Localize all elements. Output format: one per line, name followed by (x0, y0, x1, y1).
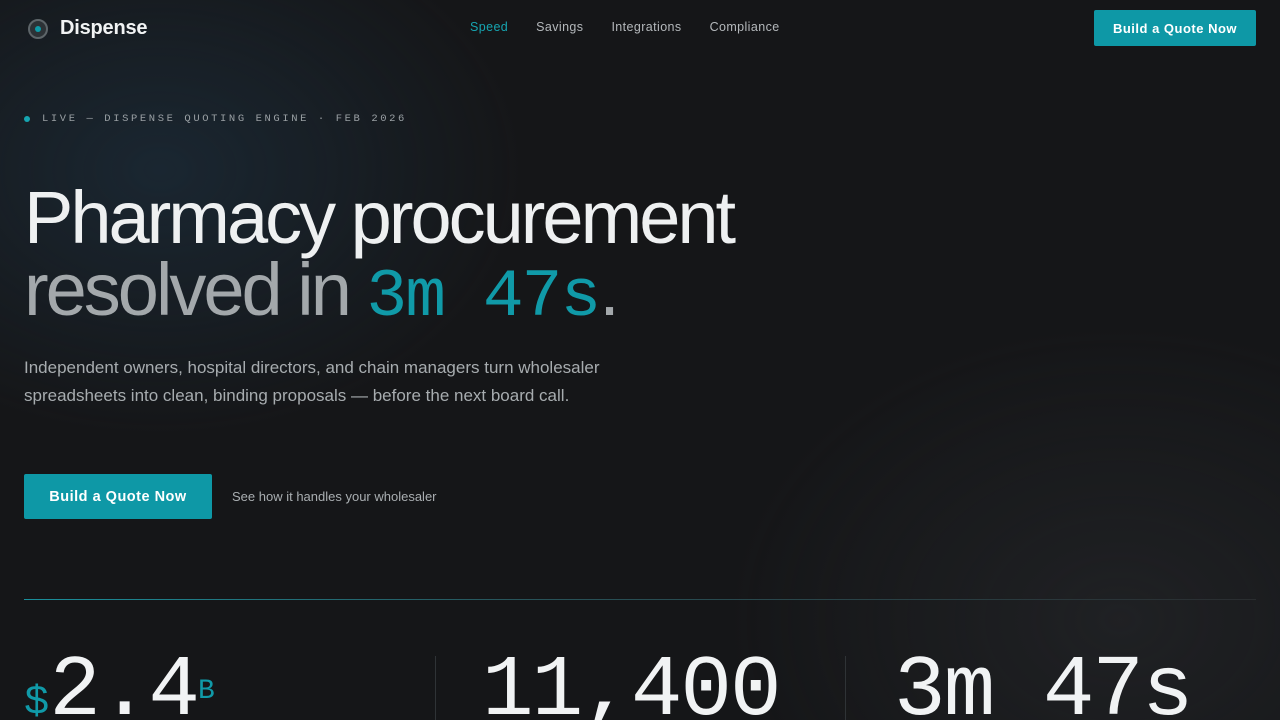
hero-build-quote-button[interactable]: Build a Quote Now (24, 474, 212, 519)
live-badge: LIVE — DISPENSE QUOTING ENGINE · FEB 202… (24, 113, 407, 125)
stat-time-value: 3m 47s (894, 642, 1194, 720)
top-nav: Dispense Speed Savings Integrations Comp… (0, 0, 1280, 56)
headline-line2: resolved in 3m 47s. (24, 253, 733, 336)
live-indicator-dot-icon (24, 116, 30, 122)
headline-timer: 3m 47s (366, 259, 601, 336)
nav-link-savings[interactable]: Savings (536, 20, 583, 34)
stat-count-value: 11,400 (482, 642, 782, 720)
stat-time: 3m 47s (894, 646, 1194, 720)
stat-volume-suffix: B (198, 676, 215, 707)
hero-headline: Pharmacy procurement resolved in 3m 47s. (24, 176, 736, 336)
stat-volume: $2.4B (24, 646, 215, 720)
stat-count: 11,400 (482, 646, 782, 720)
nav-build-quote-button[interactable]: Build a Quote Now (1094, 10, 1256, 46)
nav-links: Speed Savings Integrations Compliance (470, 20, 780, 34)
headline-line2-prefix: resolved in (24, 248, 367, 331)
stat-divider (845, 656, 846, 720)
hero-subtext: Independent owners, hospital directors, … (24, 358, 600, 405)
live-label: LIVE — DISPENSE QUOTING ENGINE · FEB 202… (42, 113, 407, 125)
headline-line1: Pharmacy procurement (24, 176, 736, 259)
stat-divider (435, 656, 436, 720)
headline-end: . (599, 248, 619, 331)
brand-name: Dispense (60, 17, 148, 39)
brand[interactable]: Dispense (28, 17, 148, 40)
nav-link-compliance[interactable]: Compliance (710, 20, 780, 34)
see-how-link[interactable]: See how it handles your wholesaler (232, 489, 437, 504)
stat-volume-prefix: $ (24, 679, 50, 720)
dispense-logo-icon (28, 18, 48, 39)
nav-link-integrations[interactable]: Integrations (611, 20, 681, 34)
nav-link-speed[interactable]: Speed (470, 20, 508, 34)
stat-volume-value: 2.4 (49, 642, 200, 720)
section-divider (24, 599, 1256, 600)
